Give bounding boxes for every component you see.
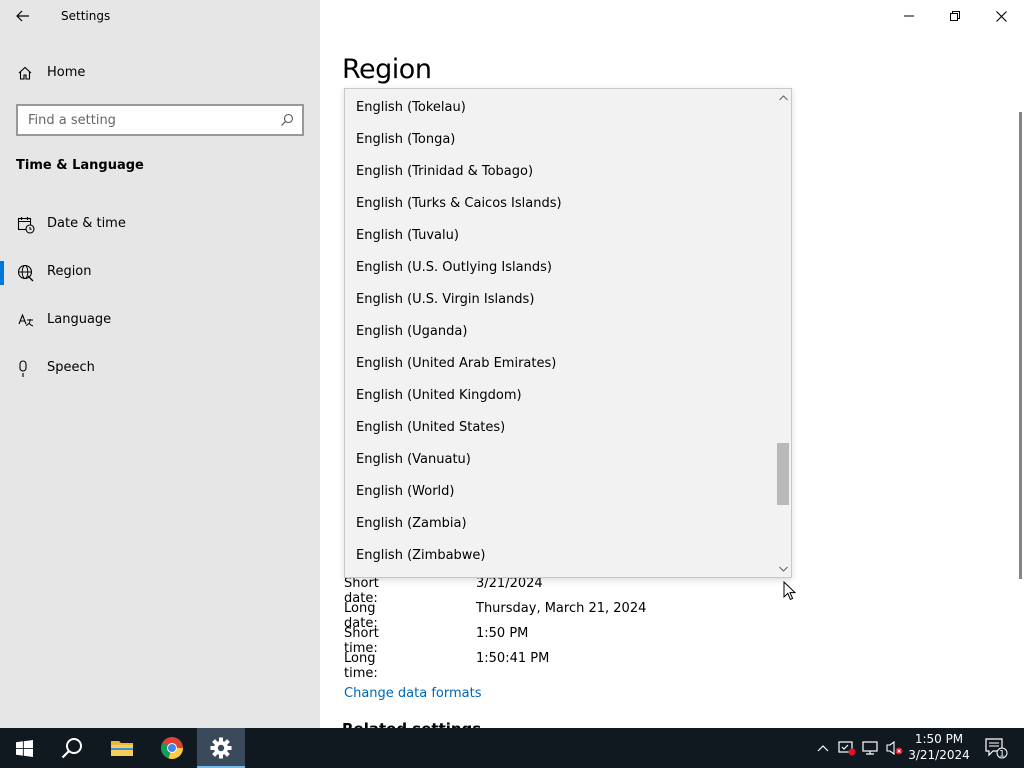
search-icon: [61, 738, 82, 759]
volume-muted-icon: [886, 740, 903, 756]
folder-icon: [111, 741, 133, 756]
format-value: 1:50 PM: [476, 626, 529, 641]
sidebar-item-label: Home: [47, 65, 86, 80]
globe-icon: [17, 264, 35, 282]
back-button[interactable]: [6, 2, 40, 30]
change-data-formats-link[interactable]: Change data formats: [344, 686, 481, 701]
format-value: 3/21/2024: [476, 576, 543, 591]
sidebar-item-date-time[interactable]: Date & time: [0, 205, 320, 245]
format-value: 1:50:41 PM: [476, 651, 550, 666]
app-title: Settings: [61, 9, 111, 23]
notification-icon: 1: [985, 738, 1008, 759]
minimize-icon: [904, 15, 914, 17]
dropdown-option[interactable]: English (World): [345, 476, 775, 508]
dropdown-option[interactable]: English (Zimbabwe): [345, 540, 775, 572]
calendar-clock-icon: [17, 216, 35, 234]
volume-tray-icon[interactable]: [884, 728, 906, 768]
microphone-icon: [17, 360, 35, 378]
taskbar-clock[interactable]: 1:50 PM 3/21/2024: [908, 731, 970, 763]
notification-count: 1: [999, 749, 1005, 759]
dropdown-option[interactable]: English (Uganda): [345, 316, 775, 348]
network-tray-icon[interactable]: [860, 728, 882, 768]
scroll-up-button[interactable]: [775, 89, 791, 106]
windows-logo-icon: [15, 739, 33, 757]
dropdown-option[interactable]: English (Zambia): [345, 508, 775, 540]
page-title: Region: [342, 54, 432, 85]
gear-icon: [210, 737, 232, 759]
format-key: Long time:: [344, 651, 378, 681]
dropdown-option[interactable]: English (United Kingdom): [345, 380, 775, 412]
dropdown-option[interactable]: English (U.S. Outlying Islands): [345, 252, 775, 284]
clock-time: 1:50 PM: [914, 732, 964, 746]
language-icon: [17, 312, 35, 330]
settings-taskbar-button[interactable]: [197, 728, 245, 768]
scroll-down-button[interactable]: [775, 560, 791, 577]
dropdown-option[interactable]: English (Trinidad & Tobago): [345, 156, 775, 188]
close-button[interactable]: [978, 0, 1024, 32]
close-icon: [995, 10, 1007, 22]
region-dropdown-list[interactable]: English (Tokelau) English (Tonga) English …: [344, 88, 792, 578]
file-explorer-button[interactable]: [98, 728, 146, 768]
dropdown-option[interactable]: English (United Arab Emirates): [345, 348, 775, 380]
sidebar-item-language[interactable]: Language: [0, 301, 320, 341]
dropdown-option[interactable]: English (Tuvalu): [345, 220, 775, 252]
sidebar-item-label: Date & time: [47, 216, 126, 231]
search-field[interactable]: [16, 104, 304, 136]
sidebar-item-home[interactable]: Home: [0, 56, 320, 90]
chrome-icon: [161, 737, 183, 759]
taskbar: 1:50 PM 3/21/2024 1: [0, 728, 1024, 768]
restore-icon: [950, 11, 960, 21]
chevron-down-icon: [778, 566, 788, 572]
dropdown-option[interactable]: English (Tonga): [345, 124, 775, 156]
sidebar-item-region[interactable]: Region: [0, 253, 320, 293]
dropdown-option[interactable]: English (Tokelau): [345, 92, 775, 124]
dropdown-option[interactable]: English (U.S. Virgin Islands): [345, 284, 775, 316]
sidebar-item-label: Language: [47, 312, 112, 327]
selection-indicator: [0, 261, 4, 285]
search-button[interactable]: [48, 728, 96, 768]
related-settings-heading: Related settings: [342, 720, 542, 728]
show-hidden-icons-button[interactable]: [812, 728, 834, 768]
restore-button[interactable]: [932, 0, 978, 32]
scroll-thumb[interactable]: [777, 443, 789, 506]
related-settings-label: Related settings: [342, 720, 481, 728]
dropdown-scrollbar[interactable]: [775, 89, 791, 577]
search-input[interactable]: [18, 106, 268, 134]
security-tray-icon[interactable]: [836, 728, 858, 768]
clock-date: 3/21/2024: [908, 748, 970, 762]
action-center-button[interactable]: 1: [976, 728, 1016, 768]
network-icon: [862, 741, 878, 755]
security-alert-icon: [838, 741, 856, 756]
chevron-up-icon: [778, 94, 788, 100]
minimize-button[interactable]: [886, 0, 932, 32]
dropdown-option[interactable]: English (United States): [345, 412, 775, 444]
chrome-button[interactable]: [148, 728, 196, 768]
chevron-up-icon: [817, 745, 829, 752]
dropdown-option[interactable]: English (Vanuatu): [345, 444, 775, 476]
format-value: Thursday, March 21, 2024: [476, 601, 647, 616]
sidebar: Settings Home Time & Language Date & tim…: [0, 0, 320, 728]
sidebar-item-label: Speech: [47, 360, 95, 375]
dropdown-option[interactable]: English (Turks & Caicos Islands): [345, 188, 775, 220]
section-title: Time & Language: [16, 158, 144, 173]
home-icon: [17, 65, 33, 85]
start-button[interactable]: [0, 728, 48, 768]
mouse-cursor-icon: [783, 580, 797, 605]
page-scrollbar[interactable]: [1019, 112, 1022, 579]
search-icon: [280, 113, 294, 131]
sidebar-item-speech[interactable]: Speech: [0, 349, 320, 389]
sidebar-item-label: Region: [47, 264, 92, 279]
back-arrow-icon: [16, 10, 29, 22]
